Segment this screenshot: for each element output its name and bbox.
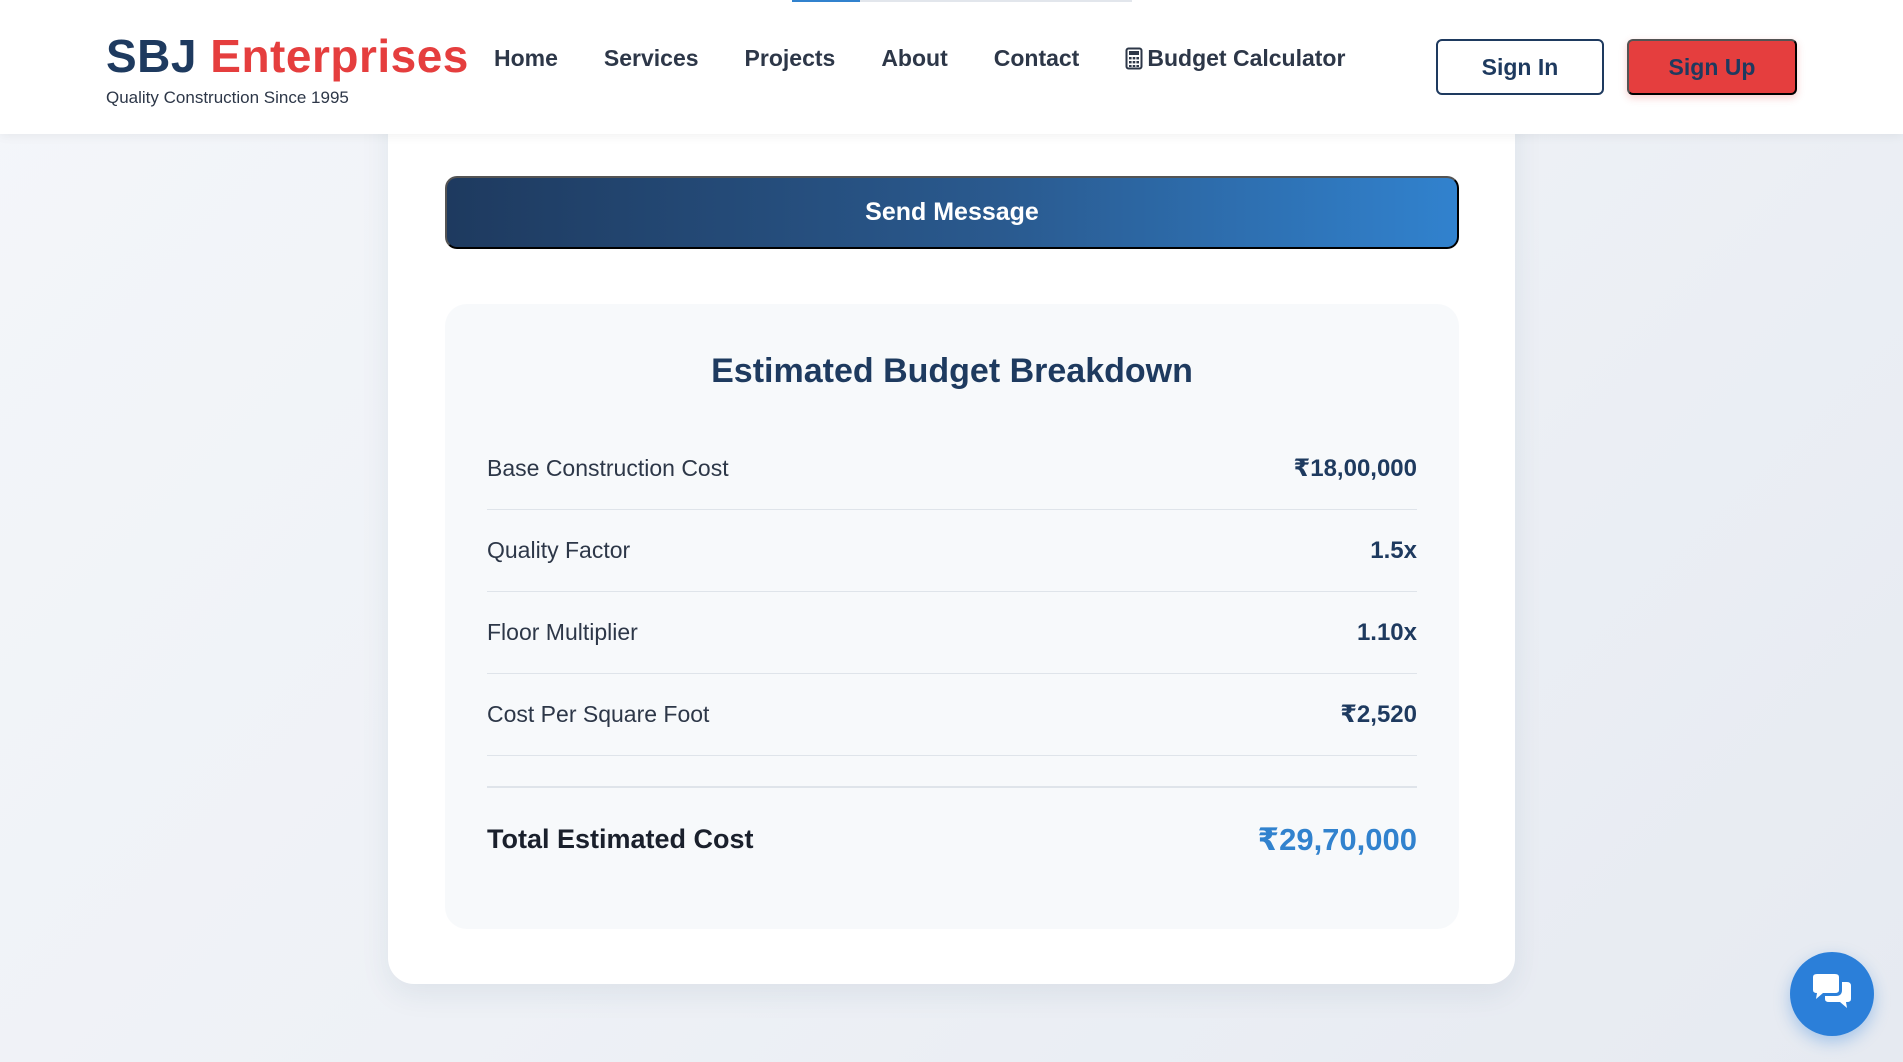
send-message-button[interactable]: Send Message	[445, 176, 1459, 249]
row-label: Floor Multiplier	[487, 619, 638, 645]
row-label: Cost Per Square Foot	[487, 701, 710, 727]
logo-first-word: SBJ	[106, 30, 197, 82]
breakdown-row: Cost Per Square Foot ₹2,520	[487, 674, 1417, 756]
nav-home[interactable]: Home	[494, 45, 558, 72]
logo[interactable]: SBJ Enterprises Quality Construction Sin…	[106, 30, 469, 108]
breakdown-row: Quality Factor 1.5x	[487, 510, 1417, 592]
row-value: ₹2,520	[1340, 701, 1417, 728]
row-label: Quality Factor	[487, 537, 631, 563]
total-row: Total Estimated Cost ₹29,70,000	[487, 786, 1417, 891]
scroll-progress-bar	[792, 0, 1132, 2]
total-value: ₹29,70,000	[1257, 821, 1417, 857]
sign-up-button[interactable]: Sign Up	[1627, 39, 1797, 95]
sign-in-button[interactable]: Sign In	[1436, 39, 1604, 95]
nav-projects[interactable]: Projects	[745, 45, 836, 72]
nav-services[interactable]: Services	[604, 45, 699, 72]
calculator-icon	[1125, 47, 1143, 70]
row-value: 1.10x	[1356, 618, 1417, 646]
site-header: SBJ Enterprises Quality Construction Sin…	[0, 0, 1903, 134]
scroll-progress-fill	[792, 0, 860, 2]
budget-breakdown-panel: Estimated Budget Breakdown Base Construc…	[445, 304, 1459, 929]
row-value: 1.5x	[1370, 536, 1417, 564]
nav-budget-calculator[interactable]: Budget Calculator	[1125, 45, 1345, 72]
nav-about[interactable]: About	[881, 45, 947, 72]
breakdown-rows: Base Construction Cost ₹18,00,000 Qualit…	[487, 428, 1417, 756]
total-label: Total Estimated Cost	[487, 824, 754, 854]
nav-budget-calculator-label: Budget Calculator	[1147, 44, 1346, 71]
nav-contact[interactable]: Contact	[994, 45, 1080, 72]
breakdown-row: Floor Multiplier 1.10x	[487, 592, 1417, 674]
logo-title: SBJ Enterprises	[106, 30, 469, 82]
chat-button[interactable]	[1790, 952, 1874, 1036]
row-value: ₹18,00,000	[1293, 455, 1417, 482]
breakdown-title: Estimated Budget Breakdown	[711, 352, 1193, 390]
logo-tagline: Quality Construction Since 1995	[106, 88, 349, 107]
row-label: Base Construction Cost	[487, 455, 729, 481]
breakdown-row: Base Construction Cost ₹18,00,000	[487, 428, 1417, 510]
chat-bubbles-icon	[1809, 972, 1855, 1017]
main-nav: Home Services Projects About Contact Bud…	[494, 40, 1345, 76]
logo-second-word: Enterprises	[210, 30, 469, 82]
